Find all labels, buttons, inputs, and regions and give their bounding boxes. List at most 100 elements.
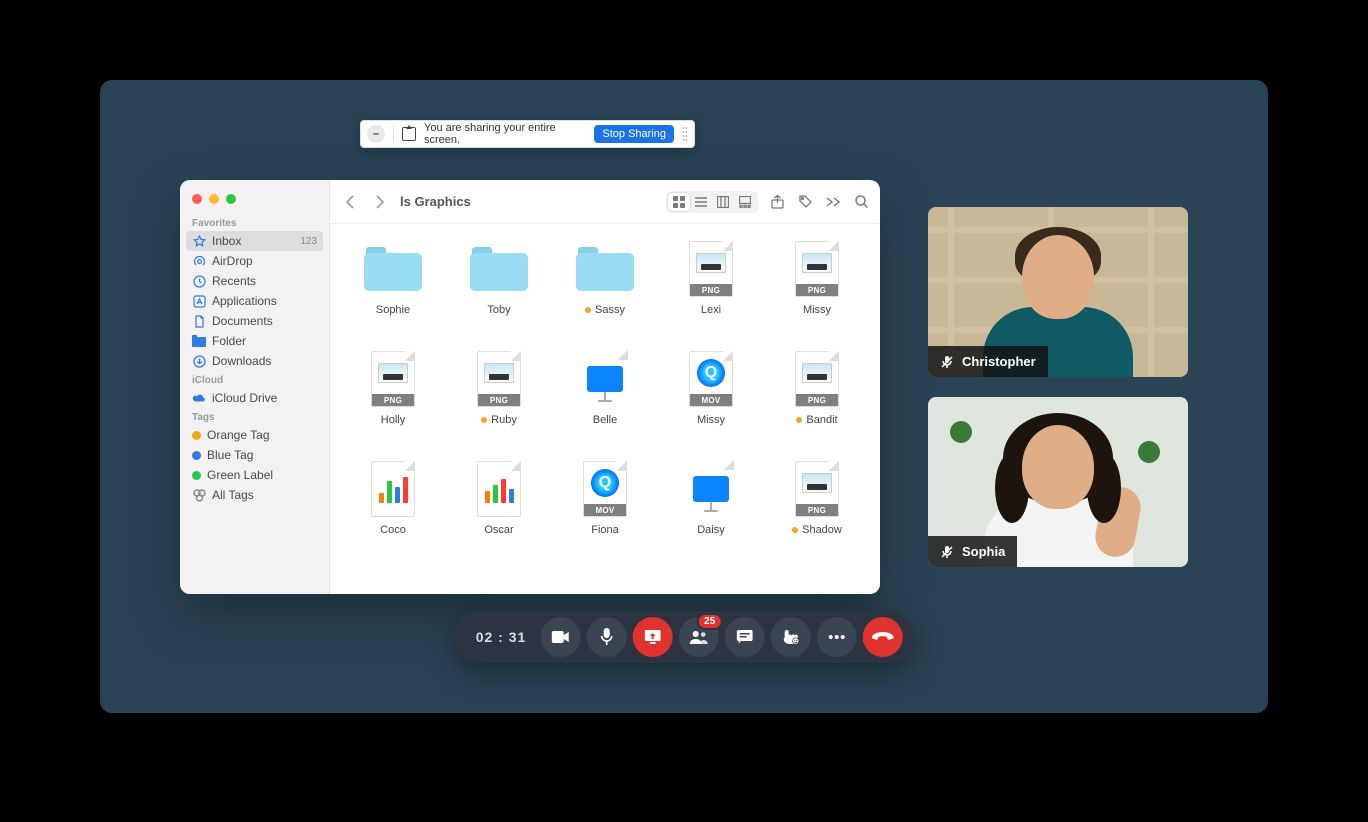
- list-view-button[interactable]: [690, 193, 712, 211]
- sidebar-item[interactable]: Orange Tag: [180, 425, 329, 445]
- drag-handle-icon[interactable]: [682, 126, 688, 142]
- sidebar-item-label: AirDrop: [212, 254, 253, 268]
- more-icon[interactable]: [824, 193, 842, 211]
- popout-icon[interactable]: [402, 127, 416, 141]
- sidebar-item[interactable]: Folder: [180, 331, 329, 351]
- keynote-file-icon: [689, 461, 733, 517]
- clock-icon: [192, 274, 206, 288]
- finder-main: ls Graphics Sophie Toby Sassy PNG L: [330, 180, 880, 594]
- sidebar-item[interactable]: All Tags: [180, 485, 329, 505]
- sidebar-item[interactable]: Applications: [180, 291, 329, 311]
- sidebar-header-favorites: Favorites: [180, 214, 329, 231]
- sidebar-header-icloud: iCloud: [180, 371, 329, 388]
- forward-button[interactable]: [370, 192, 390, 212]
- png-file-icon: PNG: [795, 241, 839, 297]
- finder-sidebar: Favorites Inbox123 AirDrop Recents Applicat…: [180, 180, 330, 594]
- sidebar-item-label: Green Label: [207, 468, 273, 482]
- file-item[interactable]: PNG Bandit: [764, 348, 870, 458]
- file-name: Missy: [697, 414, 725, 426]
- file-item[interactable]: PNG Holly: [340, 348, 446, 458]
- file-item[interactable]: Sophie: [340, 238, 446, 348]
- sidebar-item-label: Applications: [212, 294, 277, 308]
- participants-button[interactable]: 25: [678, 617, 718, 657]
- share-status-text: You are sharing your entire screen.: [424, 122, 586, 146]
- muted-mic-icon: [940, 355, 954, 369]
- tag-icon[interactable]: [796, 193, 814, 211]
- sidebar-item[interactable]: Recents: [180, 271, 329, 291]
- file-item[interactable]: PNG Shadow: [764, 458, 870, 568]
- participants-badge: 25: [697, 613, 722, 630]
- file-item[interactable]: Daisy: [658, 458, 764, 568]
- close-window-button[interactable]: [192, 194, 202, 204]
- camera-button[interactable]: [540, 617, 580, 657]
- stop-sharing-button[interactable]: Stop Sharing: [594, 125, 674, 143]
- sidebar-item-label: Recents: [212, 274, 256, 288]
- divider: [393, 126, 394, 142]
- chat-button[interactable]: [724, 617, 764, 657]
- file-name: Missy: [803, 304, 831, 316]
- sidebar-item[interactable]: iCloud Drive: [180, 388, 329, 408]
- back-button[interactable]: [340, 192, 360, 212]
- participant-tile[interactable]: Christopher: [928, 207, 1188, 377]
- file-name: Toby: [487, 304, 510, 316]
- sidebar-item-label: Documents: [212, 314, 273, 328]
- minimize-window-button[interactable]: [209, 194, 219, 204]
- file-name: Ruby: [491, 414, 517, 426]
- search-icon[interactable]: [852, 193, 870, 211]
- finder-toolbar: ls Graphics: [330, 180, 880, 224]
- tag-dot-icon: [192, 451, 201, 460]
- file-item[interactable]: Oscar: [446, 458, 552, 568]
- file-item[interactable]: Toby: [446, 238, 552, 348]
- alltags-icon: [192, 488, 206, 502]
- png-file-icon: PNG: [371, 351, 415, 407]
- sidebar-item[interactable]: Inbox123: [186, 231, 323, 251]
- share-icon[interactable]: [768, 193, 786, 211]
- file-grid: Sophie Toby Sassy PNG Lexi PNG Missy PNG…: [330, 224, 880, 594]
- muted-mic-icon: [940, 545, 954, 559]
- share-screen-button[interactable]: [632, 617, 672, 657]
- file-name: Coco: [380, 524, 406, 536]
- file-item[interactable]: PNG Ruby: [446, 348, 552, 458]
- sidebar-item-label: All Tags: [212, 488, 254, 502]
- window-controls: [180, 188, 329, 214]
- folder-icon: [192, 334, 206, 348]
- icon-view-button[interactable]: [668, 193, 690, 211]
- sidebar-item-label: Folder: [212, 334, 246, 348]
- window-title: ls Graphics: [400, 194, 471, 209]
- sidebar-item[interactable]: Green Label: [180, 465, 329, 485]
- sidebar-item[interactable]: Blue Tag: [180, 445, 329, 465]
- sidebar-item-label: Orange Tag: [207, 428, 270, 442]
- file-name: Bandit: [806, 414, 837, 426]
- folder-icon: [470, 247, 528, 291]
- microphone-button[interactable]: [586, 617, 626, 657]
- mov-file-icon: QMOV: [583, 461, 627, 517]
- reactions-button[interactable]: [770, 617, 810, 657]
- tag-dot-icon: [796, 417, 802, 423]
- keynote-file-icon: [583, 351, 627, 407]
- file-name: Sassy: [595, 304, 625, 316]
- file-item[interactable]: PNG Missy: [764, 238, 870, 348]
- meeting-stage: – You are sharing your entire screen. St…: [100, 80, 1268, 713]
- download-icon: [192, 354, 206, 368]
- more-options-button[interactable]: [816, 617, 856, 657]
- sidebar-item[interactable]: Documents: [180, 311, 329, 331]
- finder-window: Favorites Inbox123 AirDrop Recents Applicat…: [180, 180, 880, 594]
- file-item[interactable]: QMOV Fiona: [552, 458, 658, 568]
- hangup-button[interactable]: [862, 617, 902, 657]
- tag-dot-icon: [792, 527, 798, 533]
- maximize-window-button[interactable]: [226, 194, 236, 204]
- sidebar-item[interactable]: AirDrop: [180, 251, 329, 271]
- gallery-view-button[interactable]: [734, 193, 756, 211]
- file-item[interactable]: Belle: [552, 348, 658, 458]
- file-item[interactable]: QMOV Missy: [658, 348, 764, 458]
- column-view-button[interactable]: [712, 193, 734, 211]
- app-icon: [192, 294, 206, 308]
- file-item[interactable]: PNG Lexi: [658, 238, 764, 348]
- chart-file-icon: [477, 461, 521, 517]
- participant-tile[interactable]: Sophia: [928, 397, 1188, 567]
- sidebar-item[interactable]: Downloads: [180, 351, 329, 371]
- file-item[interactable]: Sassy: [552, 238, 658, 348]
- collapse-button[interactable]: –: [367, 125, 385, 143]
- file-item[interactable]: Coco: [340, 458, 446, 568]
- file-name: Daisy: [697, 524, 725, 536]
